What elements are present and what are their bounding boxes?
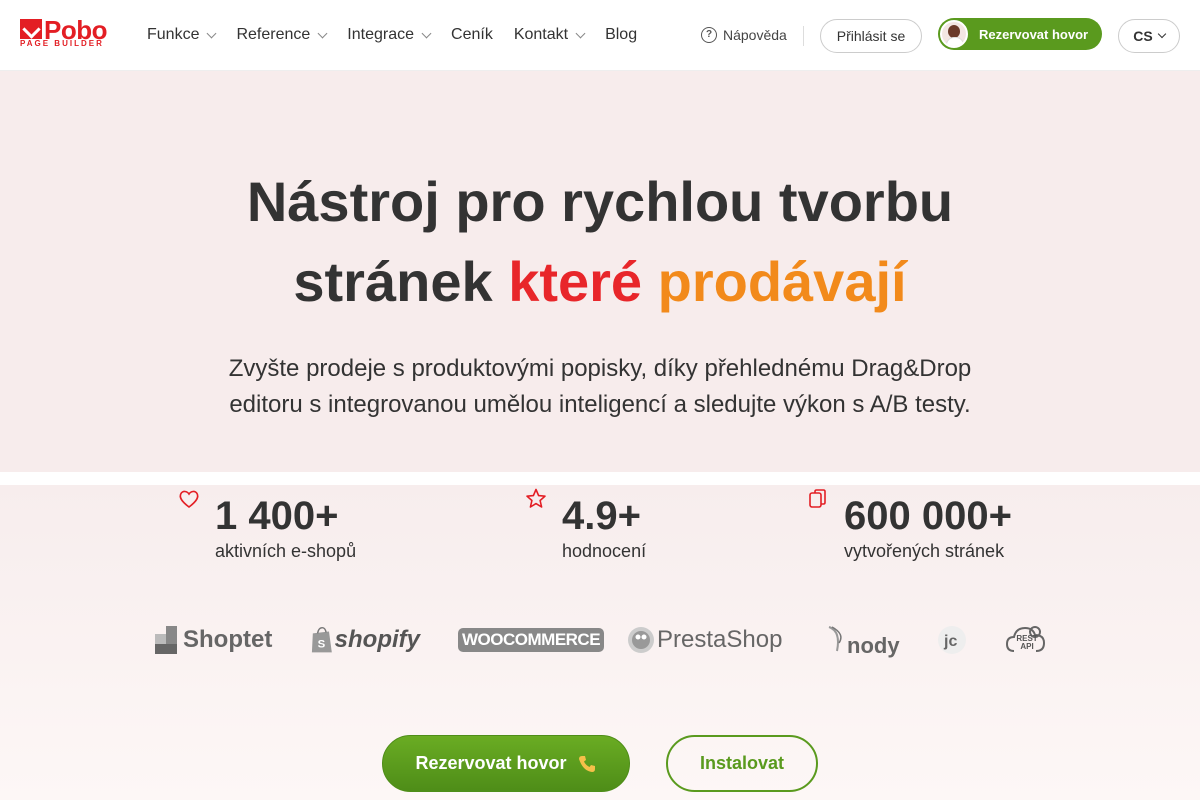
chevron-down-icon [575,28,586,38]
heart-icon [179,490,199,509]
integration-logos: Shoptet S shopify WOOCOMMERCE PrestaShop… [155,620,1050,660]
shopify-logo: S shopify [310,620,420,660]
hero-title: Nástroj pro rychlou tvorbu stránek které… [0,162,1200,322]
shopify-bag-icon: S [311,626,332,653]
book-call-button[interactable]: Rezervovat hovor [938,18,1102,50]
stat-label: hodnocení [562,541,647,561]
cta-primary-label: Rezervovat hovor [415,753,567,773]
hero-section: Nástroj pro rychlou tvorbu stránek které… [0,71,1200,472]
star-icon [526,488,546,508]
logo-subtext: PAGE BUILDER [20,39,104,48]
jc-logo: jc [937,620,967,660]
language-label: CS [1133,28,1153,44]
nav-label: Ceník [451,26,493,43]
nody-swoosh-icon [828,626,842,652]
shoptet-logo: Shoptet [155,620,275,660]
rest-api-label: REST API [1016,634,1038,651]
pages-icon [809,489,826,508]
nav-item-cenik[interactable]: Ceník [451,24,493,46]
section-gap [0,472,1200,485]
chevron-down-icon [207,28,217,38]
nody-logo: nody [827,620,907,660]
stat-value: 600 000+ [844,494,1012,538]
hero-title-line1: Nástroj pro rychlou tvorbu [246,170,954,233]
question-circle-icon: ? [701,27,717,43]
shoptet-mark-icon [155,626,177,654]
hero-subtitle-line2: editoru s integrovanou umělou inteligenc… [229,391,971,418]
help-link[interactable]: ? Nápověda [701,27,787,43]
svg-text:jc: jc [943,633,957,650]
help-label: Nápověda [723,27,787,43]
chevron-down-icon [421,28,432,38]
hero-title-line2: stránek které prodávají [0,242,1200,322]
hero-highlight-orange: prodávají [657,250,907,313]
rest-api-logo: REST API [1006,620,1046,660]
stat-label: aktivních e-shopů [215,541,357,561]
nav-label: Reference [236,26,311,43]
hero-subtitle: Zvyšte prodeje s produktovými popisky, d… [0,351,1200,423]
nav-label: Funkce [147,26,200,43]
svg-text:S: S [318,639,326,651]
hero-highlight-red: které [508,250,643,313]
jc-mark-icon: jc [938,626,966,654]
install-button[interactable]: Instalovat [666,735,818,792]
nav-item-kontakt[interactable]: Kontakt [513,24,586,46]
nav-item-reference[interactable]: Reference [236,24,328,46]
pobo-logo[interactable]: Pobo PAGE BUILDER [20,15,120,48]
chevron-down-icon [1157,29,1166,39]
language-select[interactable]: CS [1118,19,1180,53]
shoptet-label: Shoptet [183,626,273,653]
hero-subtitle-line1: Zvyšte prodeje s produktovými popisky, d… [228,355,972,382]
login-button[interactable]: Přihlásit se [820,19,922,53]
stat-value: 1 400+ [215,494,339,538]
logo-flag-icon [20,19,42,39]
stat-value: 4.9+ [562,494,641,538]
book-call-cta-button[interactable]: Rezervovat hovor [382,735,630,792]
nav-label: Integrace [347,26,415,43]
site-header: Pobo PAGE BUILDER Funkce Reference Integ… [0,0,1200,71]
prestashop-label: PrestaShop [657,626,783,653]
woocommerce-logo: WOOCOMMERCE [458,620,605,660]
phone-icon [578,755,595,772]
avatar [940,20,968,48]
chevron-down-icon [317,28,328,38]
nody-label: nody [847,633,900,658]
nav-label: Blog [605,26,638,43]
nav-item-integrace[interactable]: Integrace [347,24,432,46]
header-divider [803,26,804,46]
book-call-label: Rezervovat hovor [979,26,1089,42]
nav-label: Kontakt [513,26,569,43]
nav-item-blog[interactable]: Blog [605,24,637,46]
nav-item-funkce[interactable]: Funkce [147,24,217,46]
shopify-label: shopify [334,626,420,653]
prestashop-puffin-icon [628,627,654,653]
main-nav: Funkce Reference Integrace Ceník Kontakt… [147,24,658,46]
stat-label: vytvořených stránek [844,541,1005,561]
hero-title-line2-start: stránek [293,250,493,313]
prestashop-logo: PrestaShop [627,620,787,660]
woocommerce-label: WOOCOMMERCE [458,628,605,652]
